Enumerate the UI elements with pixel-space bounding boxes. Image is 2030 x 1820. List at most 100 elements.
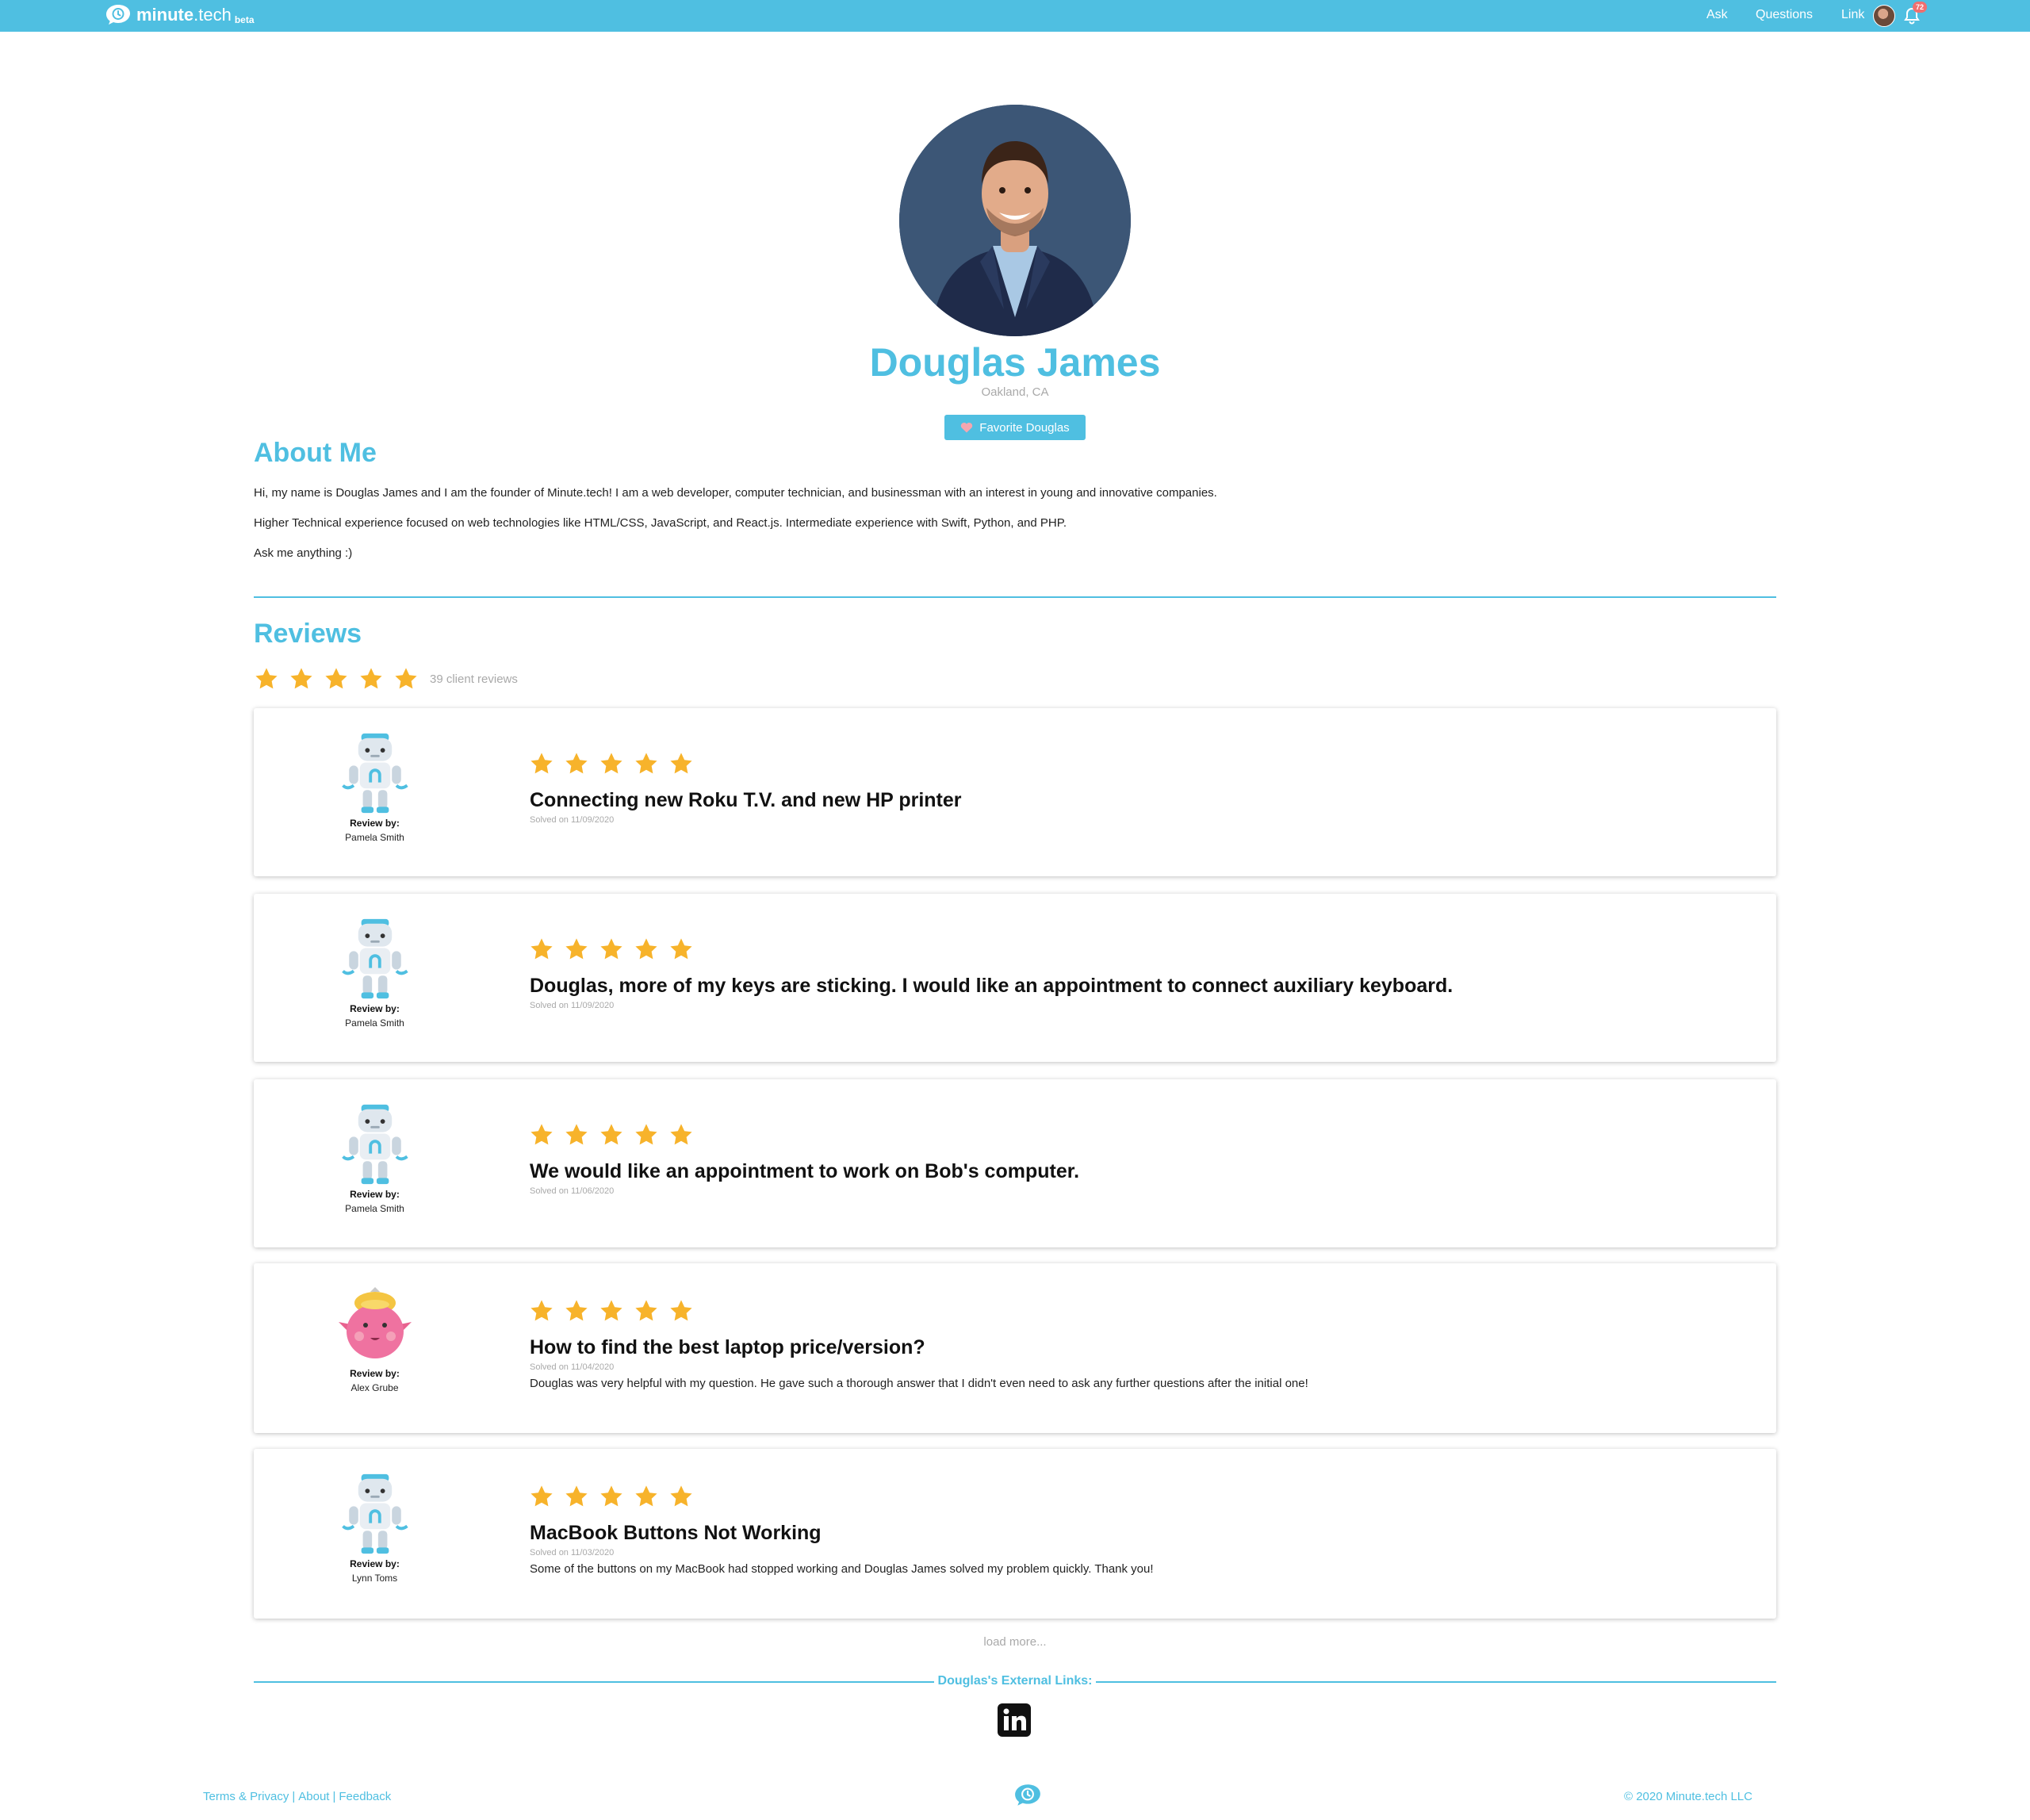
solved-date: Solved on 11/04/2020 — [530, 1362, 615, 1372]
reviewer: Review by: Pamela Smith — [317, 918, 432, 1029]
star-icon — [668, 1298, 694, 1324]
star-icon — [599, 937, 624, 962]
star-icon — [358, 666, 384, 692]
robot-avatar-icon — [336, 732, 414, 816]
star-icon — [529, 937, 554, 962]
star-icon — [668, 1122, 694, 1148]
star-icon — [599, 1122, 624, 1148]
reviewer: Review by: Pamela Smith — [317, 1103, 432, 1214]
nav-questions-link[interactable]: Questions — [1756, 8, 1813, 22]
linkedin-icon[interactable] — [998, 1703, 1031, 1737]
robot-avatar-icon — [336, 1103, 414, 1187]
star-icon — [668, 1484, 694, 1509]
star-icon — [564, 937, 589, 962]
about-link[interactable]: About — [298, 1790, 329, 1803]
star-icon — [634, 751, 659, 776]
review-title[interactable]: How to find the best laptop price/versio… — [530, 1336, 925, 1359]
review-title[interactable]: MacBook Buttons Not Working — [530, 1522, 822, 1545]
about-title: About Me — [254, 438, 377, 468]
review-text: Some of the buttons on my MacBook had st… — [530, 1562, 1154, 1576]
nav-link-link[interactable]: Link — [1841, 8, 1864, 22]
solved-date: Solved on 11/06/2020 — [530, 1186, 615, 1196]
star-icon — [634, 937, 659, 962]
user-avatar[interactable] — [1873, 5, 1895, 27]
profile-name: Douglas James — [869, 340, 1161, 385]
speech-bubble-clock-icon — [106, 5, 130, 25]
feedback-link[interactable]: Feedback — [339, 1790, 391, 1803]
review-title[interactable]: Douglas, more of my keys are sticking. I… — [530, 975, 1453, 998]
star-icon — [529, 1122, 554, 1148]
review-card: Review by: Pamela Smith Douglas, more of… — [254, 894, 1776, 1062]
review-stars — [529, 937, 703, 962]
load-more-link[interactable]: load more... — [0, 1635, 2030, 1649]
review-by-label: Review by: — [350, 1558, 400, 1569]
brand-name-bold: minute — [136, 5, 194, 25]
review-title[interactable]: We would like an appointment to work on … — [530, 1160, 1079, 1183]
copyright: © 2020 Minute.tech LLC — [1624, 1790, 1752, 1803]
footer-separator: | — [292, 1790, 296, 1803]
review-stars — [529, 1484, 703, 1509]
star-icon — [564, 1484, 589, 1509]
star-icon — [564, 751, 589, 776]
star-icon — [324, 666, 349, 692]
about-paragraph: Higher Technical experience focused on w… — [254, 516, 1067, 530]
robot-avatar-icon — [336, 1473, 414, 1557]
star-icon — [529, 751, 554, 776]
reviewer: Review by: Alex Grube — [317, 1287, 432, 1393]
review-by-label: Review by: — [350, 818, 400, 829]
robot-avatar-icon — [336, 918, 414, 1002]
reviewer: Review by: Lynn Toms — [317, 1473, 432, 1584]
terms-privacy-link[interactable]: Terms & Privacy — [203, 1790, 289, 1803]
star-icon — [634, 1122, 659, 1148]
review-by-label: Review by: — [350, 1003, 400, 1014]
about-paragraph: Ask me anything :) — [254, 546, 353, 560]
star-icon — [599, 1484, 624, 1509]
star-icon — [634, 1298, 659, 1324]
reviewer-name: Pamela Smith — [345, 832, 404, 843]
star-icon — [254, 666, 279, 692]
footer-separator: | — [332, 1790, 336, 1803]
review-by-label: Review by: — [350, 1368, 400, 1379]
star-icon — [289, 666, 314, 692]
star-icon — [634, 1484, 659, 1509]
reviewer-name: Lynn Toms — [351, 1573, 398, 1584]
brand-logo-link[interactable]: minute.tech beta — [105, 3, 255, 29]
review-count: 39 client reviews — [430, 672, 518, 686]
divider-right — [1096, 1681, 1776, 1683]
star-icon — [529, 1298, 554, 1324]
star-icon — [393, 666, 419, 692]
reviewer-name: Pamela Smith — [345, 1017, 404, 1029]
review-title[interactable]: Connecting new Roku T.V. and new HP prin… — [530, 789, 962, 812]
star-icon — [668, 937, 694, 962]
star-icon — [599, 751, 624, 776]
review-by-label: Review by: — [350, 1189, 400, 1200]
solved-date: Solved on 11/09/2020 — [530, 815, 615, 825]
star-icon — [668, 751, 694, 776]
about-paragraph: Hi, my name is Douglas James and I am th… — [254, 486, 1217, 500]
pink-monster-avatar-icon — [334, 1287, 416, 1366]
reviewer-name: Pamela Smith — [345, 1203, 404, 1214]
overall-rating: 39 client reviews — [254, 665, 518, 693]
star-icon — [564, 1298, 589, 1324]
reviewer-name: Alex Grube — [350, 1382, 399, 1393]
speech-bubble-clock-icon[interactable] — [1013, 1783, 1042, 1807]
review-card: Review by: Alex Grube How to find the be… — [254, 1263, 1776, 1433]
review-stars — [529, 1298, 703, 1324]
brand-name: minute.tech — [136, 3, 232, 27]
review-card: Review by: Lynn Toms MacBook Buttons Not… — [254, 1449, 1776, 1619]
section-divider — [254, 596, 1776, 598]
profile-photo — [899, 105, 1131, 336]
reviews-title: Reviews — [254, 619, 362, 649]
solved-date: Solved on 11/09/2020 — [530, 1001, 615, 1010]
star-icon — [599, 1298, 624, 1324]
review-stars — [529, 751, 703, 776]
top-navbar: minute.tech beta Ask Questions Link 72 — [0, 0, 2030, 32]
nav-ask-link[interactable]: Ask — [1706, 8, 1728, 22]
heart-icon — [961, 423, 973, 433]
review-card: Review by: Pamela Smith Connecting new R… — [254, 708, 1776, 876]
reviewer: Review by: Pamela Smith — [317, 732, 432, 843]
solved-date: Solved on 11/03/2020 — [530, 1548, 615, 1558]
review-card: Review by: Pamela Smith We would like an… — [254, 1079, 1776, 1247]
favorite-button[interactable]: Favorite Douglas — [944, 415, 1086, 440]
review-stars — [529, 1122, 703, 1148]
